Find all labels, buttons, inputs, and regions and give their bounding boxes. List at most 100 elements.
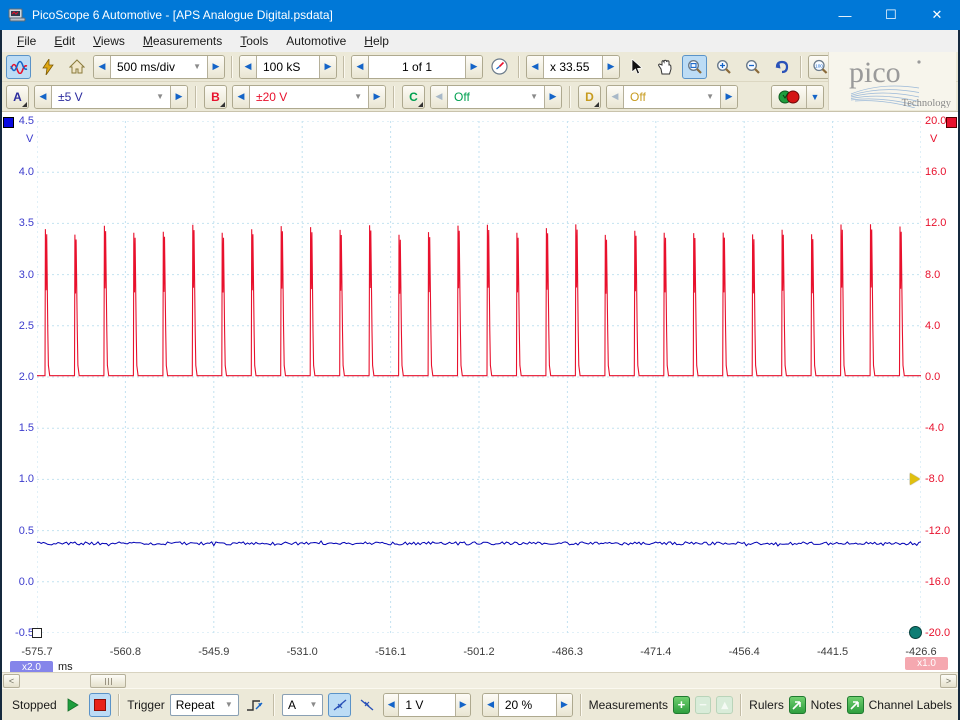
menu-automotive[interactable]: Automotive (277, 31, 355, 51)
trigger-level-field[interactable]: 1 V (399, 694, 454, 716)
trigger-settings-button[interactable] (244, 693, 266, 717)
pico-logo: pico Technology (828, 52, 956, 110)
channel-b-button[interactable]: B (204, 85, 227, 109)
probe-dropdown-button[interactable]: ▼ (806, 86, 823, 108)
menu-measurements[interactable]: Measurements (134, 31, 231, 51)
timebase-prev-button[interactable]: ◀ (94, 56, 111, 78)
channel-a-range-next-button[interactable]: ▶ (170, 86, 187, 108)
scope-view-button[interactable] (6, 55, 31, 79)
chevron-down-icon: ▼ (225, 700, 233, 709)
pico-logo-text: pico (849, 56, 901, 89)
buffer-prev-button[interactable]: ◀ (352, 56, 369, 78)
menu-views[interactable]: Views (84, 31, 134, 51)
zoom-factor-field[interactable]: x 33.55 (544, 56, 602, 78)
trigger-mode-select[interactable]: Repeat ▼ (170, 694, 239, 716)
buffer-nav-control: ◀ 1 of 1 ▶ (351, 55, 483, 79)
channel-c-range-next-button[interactable]: ▶ (544, 86, 561, 108)
y-axis-right-tick: -16.0 (925, 576, 953, 588)
samples-field[interactable]: 100 kS (257, 56, 319, 78)
stop-button[interactable] (89, 693, 111, 717)
x-axis-tick: -456.4 (716, 646, 772, 658)
maximize-button[interactable]: ☐ (868, 0, 914, 30)
y-axis-left-tick: 3.5 (6, 217, 34, 229)
toolbar-separator (343, 56, 345, 78)
channel-c-zero-marker[interactable] (909, 626, 922, 639)
channel-a-range-select[interactable]: ±5 V▼ (52, 86, 170, 108)
zoom-factor-value: x 33.55 (550, 60, 589, 74)
channel-c-range-prev-button[interactable]: ◀ (431, 86, 448, 108)
channel-d-range-prev-button[interactable]: ◀ (607, 86, 624, 108)
channel-a-axis-marker[interactable] (3, 117, 14, 128)
menu-bar: FileEditViewsMeasurementsToolsAutomotive… (2, 30, 958, 52)
buffer-field[interactable]: 1 of 1 (369, 56, 465, 78)
rising-edge-button[interactable] (328, 693, 350, 717)
zoom-in-tool-button[interactable] (711, 55, 736, 79)
channel-a-button[interactable]: A (6, 85, 29, 109)
x-axis-tick: -441.5 (805, 646, 861, 658)
y-axis-right-tick: -20.0 (925, 627, 953, 639)
channel-c-range-select[interactable]: Off▼ (448, 86, 544, 108)
samples-prev-button[interactable]: ◀ (240, 56, 257, 78)
scope-display[interactable]: 4.54.03.53.02.52.01.51.00.50.0-0.520.016… (2, 112, 958, 672)
zoom-out-tool-button[interactable] (740, 55, 765, 79)
timebase-select[interactable]: 500 ms/div ▼ (111, 56, 207, 78)
channel-a-range-prev-button[interactable]: ◀ (35, 86, 52, 108)
rulers-button[interactable] (789, 696, 806, 714)
trigger-channel-select[interactable]: A ▼ (282, 694, 323, 716)
trigger-mode-value: Repeat (176, 698, 215, 712)
channel-c-button[interactable]: C (402, 85, 425, 109)
undo-zoom-button[interactable] (769, 55, 794, 79)
stop-icon (94, 699, 106, 711)
zoom-window-tool-button[interactable] (682, 55, 707, 79)
channel-d-range-select[interactable]: Off▼ (624, 86, 720, 108)
pointer-tool-button[interactable] (624, 55, 649, 79)
statusbar-separator (273, 694, 275, 716)
scroll-right-button[interactable]: > (940, 674, 957, 688)
app-icon (8, 8, 26, 22)
y-axis-right-unit: V (930, 133, 937, 145)
trigger-label: Trigger (127, 698, 165, 712)
pan-tool-button[interactable] (653, 55, 678, 79)
scroll-left-button[interactable]: < (3, 674, 20, 688)
channel-b-range-prev-button[interactable]: ◀ (233, 86, 250, 108)
falling-edge-button[interactable] (356, 693, 378, 717)
menu-edit[interactable]: Edit (45, 31, 84, 51)
minimize-button[interactable]: — (822, 0, 868, 30)
add-measurement-button[interactable]: + (673, 696, 690, 714)
close-button[interactable]: ✕ (914, 0, 960, 30)
menu-file[interactable]: File (8, 31, 45, 51)
probe-button[interactable] (772, 86, 806, 108)
start-button[interactable] (62, 693, 84, 717)
trigger-level-up-button[interactable]: ▶ (455, 694, 470, 716)
channel-b-range-value: ±20 V (256, 90, 287, 104)
zoom-prev-button[interactable]: ◀ (527, 56, 544, 78)
menu-tools[interactable]: Tools (231, 31, 277, 51)
notes-button[interactable] (847, 696, 864, 714)
channel-b-axis-marker[interactable] (946, 117, 957, 128)
home-button[interactable] (64, 55, 89, 79)
y-axis-right-tick: 4.0 (925, 320, 953, 332)
channel-b-range-next-button[interactable]: ▶ (368, 86, 385, 108)
trigger-point-marker[interactable] (32, 628, 42, 638)
trigger-level-control: ◀ 1 V ▶ (383, 693, 471, 717)
menu-help[interactable]: Help (355, 31, 398, 51)
waveform-plot[interactable] (37, 121, 921, 633)
pretrigger-up-button[interactable]: ▶ (556, 694, 572, 716)
pretrigger-value: 20 % (505, 698, 532, 712)
pretrigger-field[interactable]: 20 % (499, 694, 556, 716)
x-axis-tick: -516.1 (363, 646, 419, 658)
scroll-thumb[interactable] (90, 674, 126, 688)
trigger-level-down-button[interactable]: ◀ (384, 694, 399, 716)
pretrigger-down-button[interactable]: ◀ (483, 694, 499, 716)
undo-arrow-icon (774, 60, 790, 74)
buffer-next-button[interactable]: ▶ (465, 56, 482, 78)
zoom-next-button[interactable]: ▶ (602, 56, 619, 78)
timebase-next-button[interactable]: ▶ (207, 56, 224, 78)
channel-b-range-select[interactable]: ±20 V▼ (250, 86, 368, 108)
channel-d-button[interactable]: D (578, 85, 601, 109)
channel-d-zero-marker[interactable] (910, 473, 920, 485)
buffer-overview-button[interactable] (487, 55, 512, 79)
auto-setup-button[interactable] (35, 55, 60, 79)
samples-next-button[interactable]: ▶ (319, 56, 336, 78)
channel-d-range-next-button[interactable]: ▶ (720, 86, 737, 108)
